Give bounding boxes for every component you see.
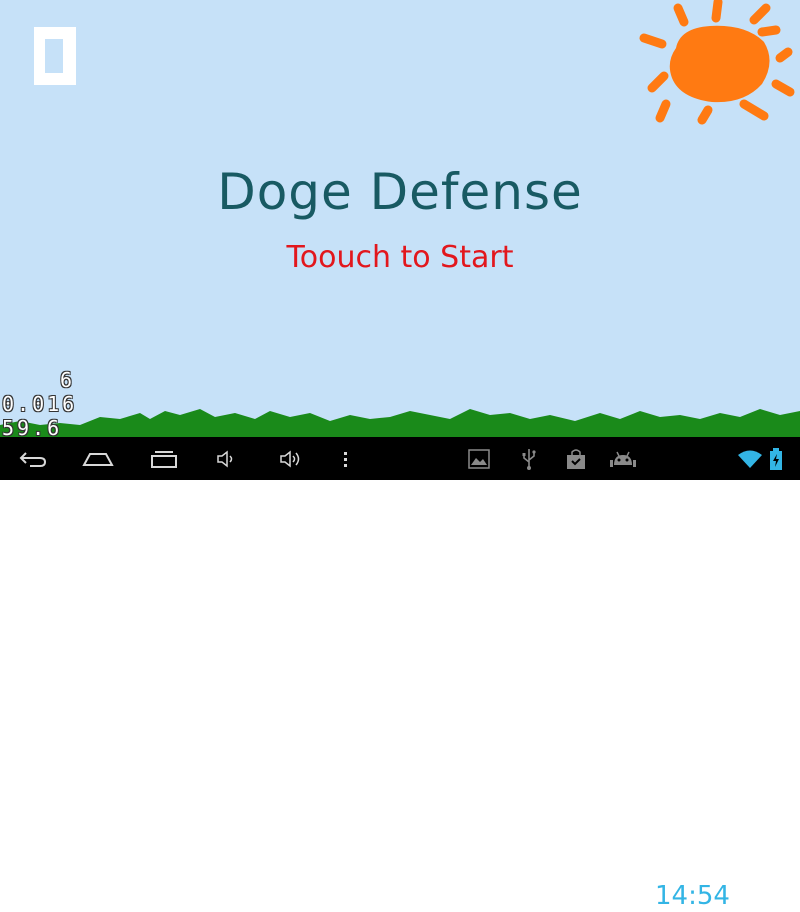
back-button[interactable]: [16, 437, 50, 480]
home-button[interactable]: [80, 437, 116, 480]
volume-down-button[interactable]: [214, 437, 240, 480]
volume-down-icon: [217, 449, 233, 468]
debug-stat-fps: 59.6: [2, 416, 63, 437]
volume-up-icon: [280, 449, 300, 468]
store-notification[interactable]: [563, 437, 589, 480]
usb-notification[interactable]: [518, 437, 540, 480]
status-clock: 14:54: [655, 881, 730, 911]
grass-ground: [0, 409, 800, 437]
shopping-bag-icon: [567, 448, 585, 469]
gallery-notification[interactable]: [466, 437, 492, 480]
pause-button[interactable]: [34, 27, 76, 85]
usb-icon: [522, 448, 536, 470]
gallery-icon: [468, 448, 490, 469]
recent-apps-icon: [151, 450, 177, 468]
back-icon: [19, 451, 47, 467]
sun-icon: [639, 0, 795, 125]
debug-stat-frame-time: 0.016: [2, 392, 78, 416]
android-icon: [610, 451, 636, 467]
menu-icon: [344, 451, 347, 467]
debug-stat-count: 6: [60, 368, 76, 392]
wifi-icon: [738, 450, 762, 468]
android-notification[interactable]: [608, 437, 638, 480]
game-title: Doge Defense: [217, 163, 583, 221]
menu-button[interactable]: [338, 437, 354, 480]
home-icon: [82, 452, 114, 466]
system-navigation-bar: 14:54: [0, 437, 800, 911]
wifi-status[interactable]: [736, 437, 764, 480]
recent-apps-button[interactable]: [146, 437, 182, 480]
battery-icon: [770, 447, 782, 470]
battery-status[interactable]: [766, 437, 786, 480]
touch-to-start-prompt[interactable]: Toouch to Start: [0, 240, 800, 275]
volume-up-button[interactable]: [278, 437, 306, 480]
game-scene[interactable]: Doge Defense Toouch to Start 6 0.016 59.…: [0, 0, 800, 437]
